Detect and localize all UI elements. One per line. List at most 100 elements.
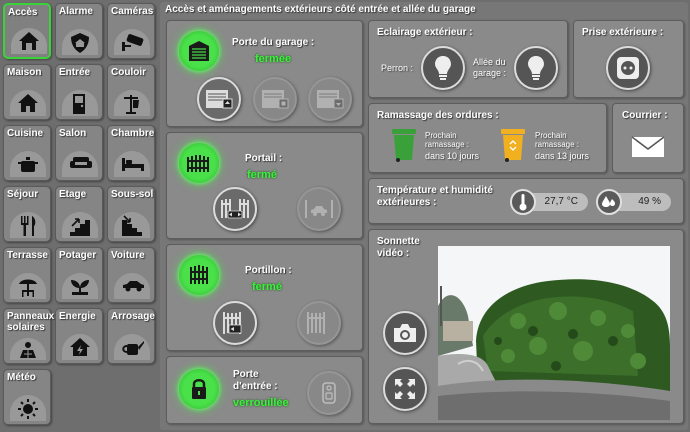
front-door-card: Porte d'entrée : verrouillée [166, 356, 363, 424]
bed-icon [114, 151, 150, 177]
power-socket-icon [617, 57, 639, 79]
gate-status-indicator [179, 143, 219, 183]
stairs-up-icon [62, 212, 98, 238]
expand-icon [395, 379, 415, 399]
nav-tile-label: Entrée [59, 67, 91, 78]
garage-stop-icon [262, 90, 289, 109]
front-door-unlock-button[interactable] [307, 371, 351, 415]
parasol-icon [10, 273, 46, 299]
humidity-drops-icon [596, 189, 622, 215]
temp-title-line2: extérieures : [377, 197, 437, 208]
gate-status: fermé [247, 169, 277, 181]
garage-open-button[interactable] [197, 77, 241, 121]
garage-door-icon [189, 41, 209, 61]
nav-tile-salon[interactable]: Salon [55, 125, 103, 181]
pot-icon [10, 151, 46, 177]
allee-light-button[interactable] [514, 46, 558, 90]
thermometer-icon [510, 189, 536, 215]
gate-open-icon [221, 199, 249, 219]
nav-tile-label: Caméras [111, 6, 154, 17]
garage-status-indicator [179, 31, 219, 71]
gate-pedestrian-button[interactable] [297, 187, 341, 231]
shield-icon [62, 29, 98, 55]
nav-tile-meteo[interactable]: Météo [3, 369, 51, 425]
stairs-down-icon [114, 212, 150, 238]
sofa-icon [62, 151, 98, 177]
plant-icon [62, 273, 98, 299]
nav-tile-sous-sol[interactable]: Sous-sol [107, 186, 155, 242]
nav-tile-label: Etage [59, 189, 87, 200]
nav-tile-panneaux-solaires[interactable]: Panneaux solaires [3, 308, 55, 364]
nav-tile-alarme[interactable]: Alarme [55, 3, 103, 59]
garage-close-button[interactable] [308, 77, 352, 121]
bin2-line2: ramassage : [535, 140, 580, 149]
front-door-status-indicator [179, 369, 219, 409]
nav-tile-energie[interactable]: Energie [55, 308, 103, 364]
outdoor-lighting-card: Eclairage extérieur : Perron : Allée du … [368, 20, 568, 98]
cutlery-icon [10, 212, 46, 238]
outdoor-socket-card: Prise extérieure : [573, 20, 684, 98]
doorbell-video-feed[interactable] [438, 246, 670, 420]
doorbell-snapshot-button[interactable] [383, 311, 427, 355]
garbage-collection-card: Ramassage des ordures : Prochain ramassa… [368, 103, 607, 173]
nav-tile-acces[interactable]: Accès [3, 3, 51, 59]
nav-tile-couloir[interactable]: Couloir [107, 64, 155, 120]
solar-panel-icon [10, 338, 46, 360]
energy-house-icon [62, 334, 98, 360]
garage-open-icon [206, 90, 233, 109]
nav-tile-potager[interactable]: Potager [55, 247, 103, 303]
lightbulb-icon [435, 56, 451, 80]
envelope-icon [631, 136, 665, 157]
nav-tile-arrosage[interactable]: Arrosage [107, 308, 155, 364]
gate-icon [187, 155, 209, 172]
garbage-title: Ramassage des ordures : [377, 110, 499, 121]
nav-tile-voiture[interactable]: Voiture [107, 247, 155, 303]
doorbell-title-line1: Sonnette [377, 236, 420, 247]
camera-cctv-icon [114, 29, 150, 55]
nav-tile-label: Accès [8, 7, 38, 18]
nav-tile-maison[interactable]: Maison [3, 64, 51, 120]
perron-light-button[interactable] [421, 46, 465, 90]
nav-tile-entree[interactable]: Entrée [55, 64, 103, 120]
home-icon [11, 28, 47, 54]
bin2-when: dans 13 jours [535, 151, 590, 161]
allee-label-line2: garage : [473, 68, 507, 78]
house-icon [10, 90, 46, 116]
garage-label: Porte du garage : [232, 37, 315, 48]
doorbell-title-line2: vidéo : [377, 248, 410, 259]
nav-tile-cameras[interactable]: Caméras [107, 3, 155, 59]
nav-tile-label: Chambre [111, 128, 155, 139]
green-bin-icon [392, 129, 416, 162]
temperature-humidity-card: Température et humidité extérieures : 27… [368, 178, 684, 224]
nav-tile-sejour[interactable]: Séjour [3, 186, 51, 242]
nav-tile-etage[interactable]: Etage [55, 186, 103, 242]
wicket-gate-icon [190, 265, 208, 284]
nav-tile-cuisine[interactable]: Cuisine [3, 125, 51, 181]
front-door-label-line1: Porte [233, 369, 259, 380]
nav-tile-label: Energie [59, 311, 96, 322]
garage-close-icon [317, 90, 344, 109]
nav-tile-terrasse[interactable]: Terrasse [3, 247, 51, 303]
gate-card: Portail : fermé [166, 132, 363, 239]
nav-tile-label: Arrosage [111, 311, 155, 322]
wicket-secondary-button[interactable] [297, 301, 341, 345]
lighting-title: Eclairage extérieur : [377, 27, 473, 38]
nav-tile-label: Panneaux solaires [7, 311, 55, 333]
nav-tile-label: Météo [7, 372, 36, 383]
nav-tile-chambre[interactable]: Chambre [107, 125, 155, 181]
camera-icon [394, 324, 416, 342]
page-title: Accès et aménagements extérieurs côté en… [165, 4, 476, 15]
garage-stop-button[interactable] [253, 77, 297, 121]
wicket-open-button[interactable] [213, 301, 257, 345]
wicket-secondary-icon [307, 312, 325, 334]
mail-card: Courrier : [612, 103, 684, 173]
door-icon [62, 90, 98, 116]
weather-icon [10, 395, 46, 421]
outdoor-socket-button[interactable] [606, 46, 650, 90]
doorbell-fullscreen-button[interactable] [383, 367, 427, 411]
gate-open-button[interactable] [213, 187, 257, 231]
nav-tile-label: Sous-sol [111, 189, 154, 200]
watering-can-icon [114, 334, 150, 360]
temp-title-line1: Température et humidité [377, 185, 493, 196]
front-door-status: verrouillée [233, 397, 289, 409]
